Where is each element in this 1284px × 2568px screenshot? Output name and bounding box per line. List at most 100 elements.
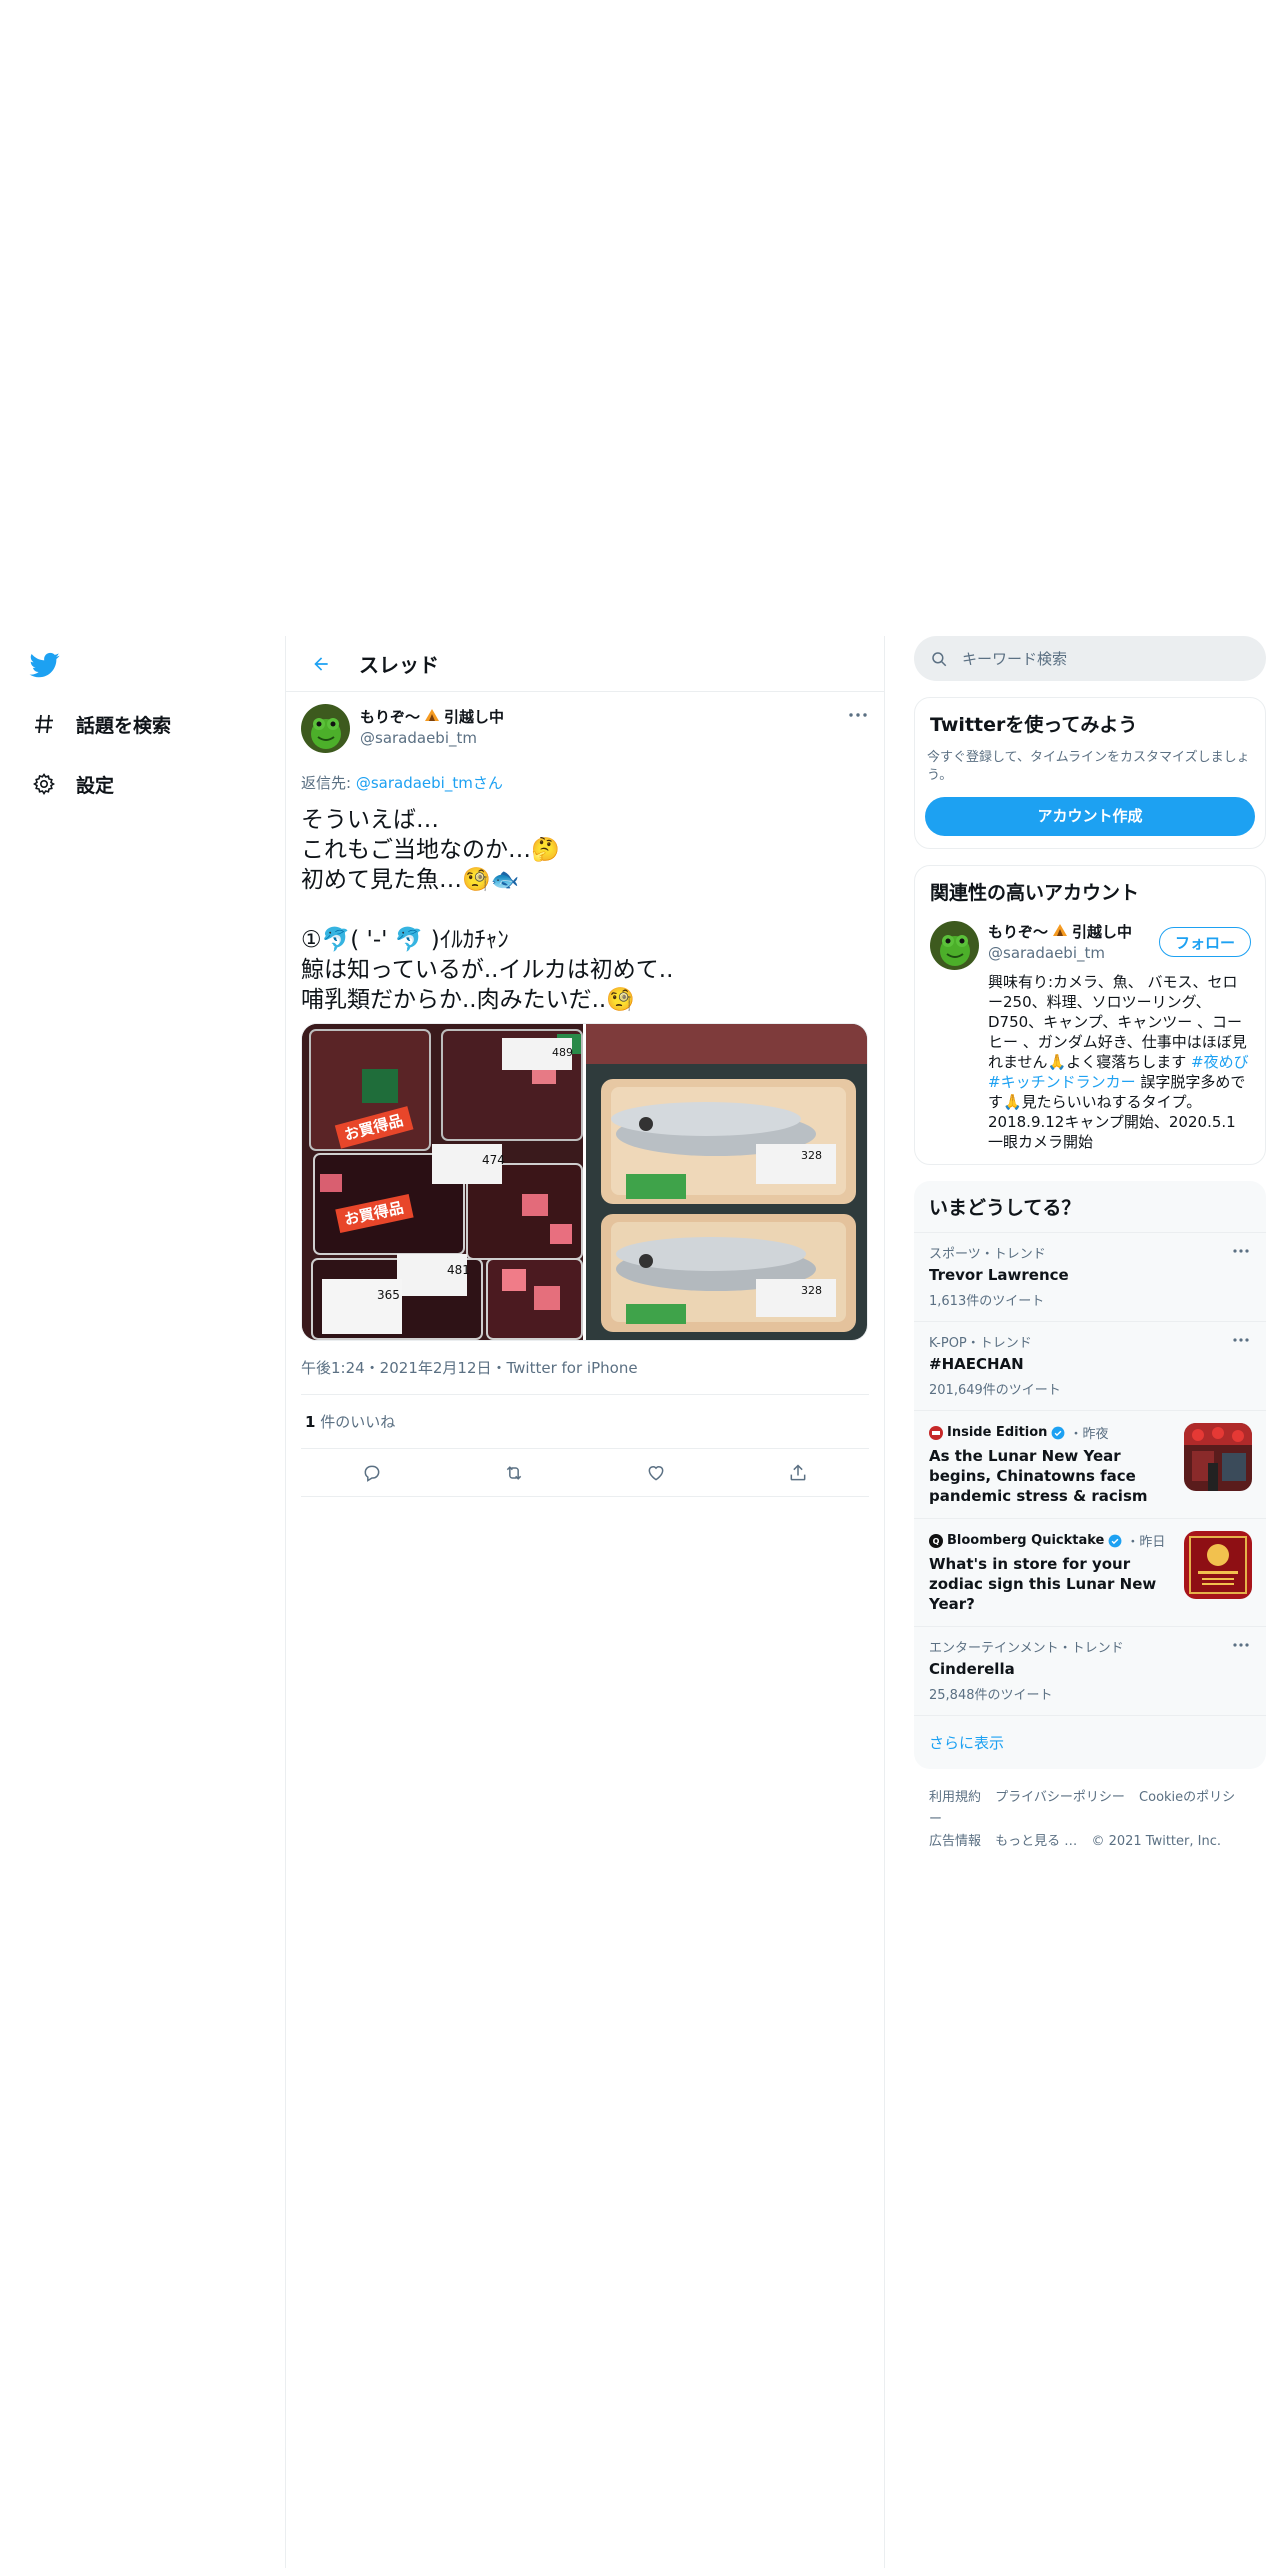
verified-icon xyxy=(1052,1426,1065,1439)
trends-card: いまどうしてる？ スポーツ・トレンド Trevor Lawrence 1,613… xyxy=(914,1181,1266,1769)
trend-item[interactable]: K-POP・トレンド #HAECHAN 201,649件のツイート xyxy=(914,1321,1266,1410)
username[interactable]: @saradaebi_tm xyxy=(360,729,504,747)
likes-count[interactable]: 1 件のいいね xyxy=(301,1395,869,1449)
tweet-timestamp-text: 午後1:24・2021年2月12日・Twitter for iPhone xyxy=(301,1359,638,1377)
retweet-button[interactable] xyxy=(496,1455,532,1491)
share-button[interactable] xyxy=(780,1455,816,1491)
news-source: Inside Edition xyxy=(947,1425,1048,1440)
search-icon xyxy=(932,651,947,666)
main-column: スレッド もりぞ〜 引越し中 @saradaebi_tm 返信先: @sarad… xyxy=(285,636,885,2568)
twitter-logo-icon[interactable] xyxy=(28,650,62,680)
reply-to-label: 返信先: xyxy=(301,774,356,792)
relevant-accounts-card: 関連性の高いアカウント もりぞ〜 引越し中 @saradaebi_tm フォロー… xyxy=(914,865,1266,1165)
retweet-icon xyxy=(506,1465,522,1480)
bio-hashtag-1[interactable]: #夜めび xyxy=(1191,1053,1249,1071)
trend-item[interactable]: エンターテインメント・トレンド Cinderella 25,848件のツイート xyxy=(914,1626,1266,1715)
nav-settings[interactable]: 設定 xyxy=(30,764,114,804)
photo-price-6: 328 xyxy=(801,1284,822,1297)
back-button[interactable] xyxy=(301,644,341,684)
photo-price-5: 328 xyxy=(801,1149,822,1162)
reply-button[interactable] xyxy=(354,1455,390,1491)
relevant-display-name: もりぞ〜 引越し中 xyxy=(988,921,1132,942)
nav-explore[interactable]: 話題を検索 xyxy=(30,704,171,744)
relevant-display-name-text: もりぞ〜 xyxy=(988,923,1049,941)
tweet-timestamp[interactable]: 午後1:24・2021年2月12日・Twitter for iPhone xyxy=(301,1357,869,1395)
relevant-account[interactable]: もりぞ〜 引越し中 @saradaebi_tm フォロー 興味有り:カメラ、魚、… xyxy=(915,913,1265,1164)
svg-text:Q: Q xyxy=(933,1537,940,1546)
page-title: スレッド xyxy=(359,653,439,677)
gear-icon xyxy=(30,770,58,798)
footer-more-link[interactable]: もっと見る … xyxy=(995,1834,1077,1849)
news-item[interactable]: Inside Edition ・昨夜 As the Lunar New Year… xyxy=(914,1410,1266,1518)
reply-icon xyxy=(364,1465,380,1482)
trend-count: 25,848件のツイート xyxy=(929,1688,1053,1703)
footer-copyright: © 2021 Twitter, Inc. xyxy=(1091,1834,1221,1849)
signup-title: Twitterを使ってみよう xyxy=(930,714,1138,736)
news-headline: As the Lunar New Year begins, Chinatowns… xyxy=(929,1447,1148,1505)
photo-price-4: 365 xyxy=(377,1288,400,1302)
follow-button[interactable]: フォロー xyxy=(1159,927,1251,957)
more-icon xyxy=(849,713,867,717)
verified-icon xyxy=(1108,1534,1122,1547)
tent-icon xyxy=(424,708,440,726)
hashtag-icon xyxy=(30,710,58,738)
trend-name: #HAECHAN xyxy=(929,1355,1024,1373)
photo-fish[interactable]: 328 328 xyxy=(586,1024,867,1340)
footer-privacy-link[interactable]: プライバシーポリシー xyxy=(995,1790,1125,1805)
nav-explore-label: 話題を検索 xyxy=(76,714,172,737)
signup-card: Twitterを使ってみよう 今すぐ登録して、タイムラインをカスタマイズしましょ… xyxy=(914,697,1266,849)
display-name[interactable]: もりぞ〜 引越し中 xyxy=(360,706,504,727)
tweet-text: そういえば… これもご当地なのか…🤔 初めて見た魚…🧐🐟 ①🐬( '-' 🐬 )… xyxy=(301,807,674,1013)
more-icon xyxy=(1233,1338,1249,1342)
signup-subtitle: 今すぐ登録して、タイムラインをカスタマイズしましょう。 xyxy=(927,750,1250,783)
heart-icon xyxy=(648,1465,664,1481)
display-name-text: もりぞ〜 xyxy=(360,708,421,726)
news-headline: What's in store for your zodiac sign thi… xyxy=(929,1555,1157,1613)
bloomberg-logo-icon: Q xyxy=(929,1533,943,1548)
search-input[interactable] xyxy=(962,649,1222,668)
trend-count: 1,613件のツイート xyxy=(929,1294,1045,1309)
relevant-display-suffix: 引越し中 xyxy=(1072,923,1133,941)
trend-count: 201,649件のツイート xyxy=(929,1383,1061,1398)
reply-to-link[interactable]: @saradaebi_tmさん xyxy=(356,774,503,792)
more-icon xyxy=(1233,1643,1249,1647)
inside-edition-logo-icon xyxy=(929,1425,943,1440)
trend-more-button[interactable] xyxy=(1230,1332,1252,1348)
tweet-author: もりぞ〜 引越し中 @saradaebi_tm xyxy=(301,704,869,756)
news-item[interactable]: Q Bloomberg Quicktake ・昨日 What's in stor… xyxy=(914,1518,1266,1626)
relevant-username: @saradaebi_tm xyxy=(988,944,1105,962)
more-icon xyxy=(1233,1249,1249,1253)
like-button[interactable] xyxy=(638,1455,674,1491)
footer-ads-link[interactable]: 広告情報 xyxy=(929,1834,981,1849)
display-name-suffix: 引越し中 xyxy=(444,708,505,726)
photo-price-3: 481 xyxy=(447,1263,470,1277)
thread-header: スレッド xyxy=(286,636,884,692)
photo-price-2: 489 xyxy=(552,1046,573,1059)
likes-label: 件のいいね xyxy=(315,1413,396,1431)
trend-name: Trevor Lawrence xyxy=(929,1266,1069,1284)
trend-more-button[interactable] xyxy=(1230,1637,1252,1653)
reply-to: 返信先: @saradaebi_tmさん xyxy=(301,772,869,793)
trend-item[interactable]: スポーツ・トレンド Trevor Lawrence 1,613件のツイート xyxy=(914,1232,1266,1321)
footer-terms-link[interactable]: 利用規約 xyxy=(929,1790,981,1805)
news-thumbnail xyxy=(1184,1531,1252,1599)
relevant-avatar[interactable] xyxy=(930,921,979,970)
news-source: Bloomberg Quicktake xyxy=(947,1533,1105,1548)
tent-icon xyxy=(1052,923,1068,941)
news-time: ・昨日 xyxy=(1126,1535,1166,1550)
relevant-bio: 興味有り:カメラ、魚、 バモス、セロー250、料理、ソロツーリング、D750、キ… xyxy=(988,972,1250,1152)
photo-price-1: 474 xyxy=(482,1153,505,1167)
tweet-media: お買得品 お買得品 474 489 481 365 328 328 xyxy=(301,1023,868,1341)
bio-hashtag-2[interactable]: #キッチンドランカー xyxy=(988,1073,1136,1091)
trend-more-button[interactable] xyxy=(1230,1243,1252,1259)
avatar[interactable] xyxy=(301,704,350,753)
more-options-button[interactable] xyxy=(846,706,870,724)
search-box[interactable] xyxy=(914,636,1266,681)
create-account-button[interactable]: アカウント作成 xyxy=(925,797,1255,836)
nav-settings-label: 設定 xyxy=(76,774,115,797)
arrow-left-icon xyxy=(314,656,328,671)
relevant-title: 関連性の高いアカウント xyxy=(930,882,1140,904)
show-more-link[interactable]: さらに表示 xyxy=(914,1715,1266,1769)
right-sidebar: Twitterを使ってみよう 今すぐ登録して、タイムラインをカスタマイズしましょ… xyxy=(914,636,1266,1871)
photo-whale-meat[interactable]: お買得品 お買得品 474 489 481 365 xyxy=(302,1024,583,1340)
